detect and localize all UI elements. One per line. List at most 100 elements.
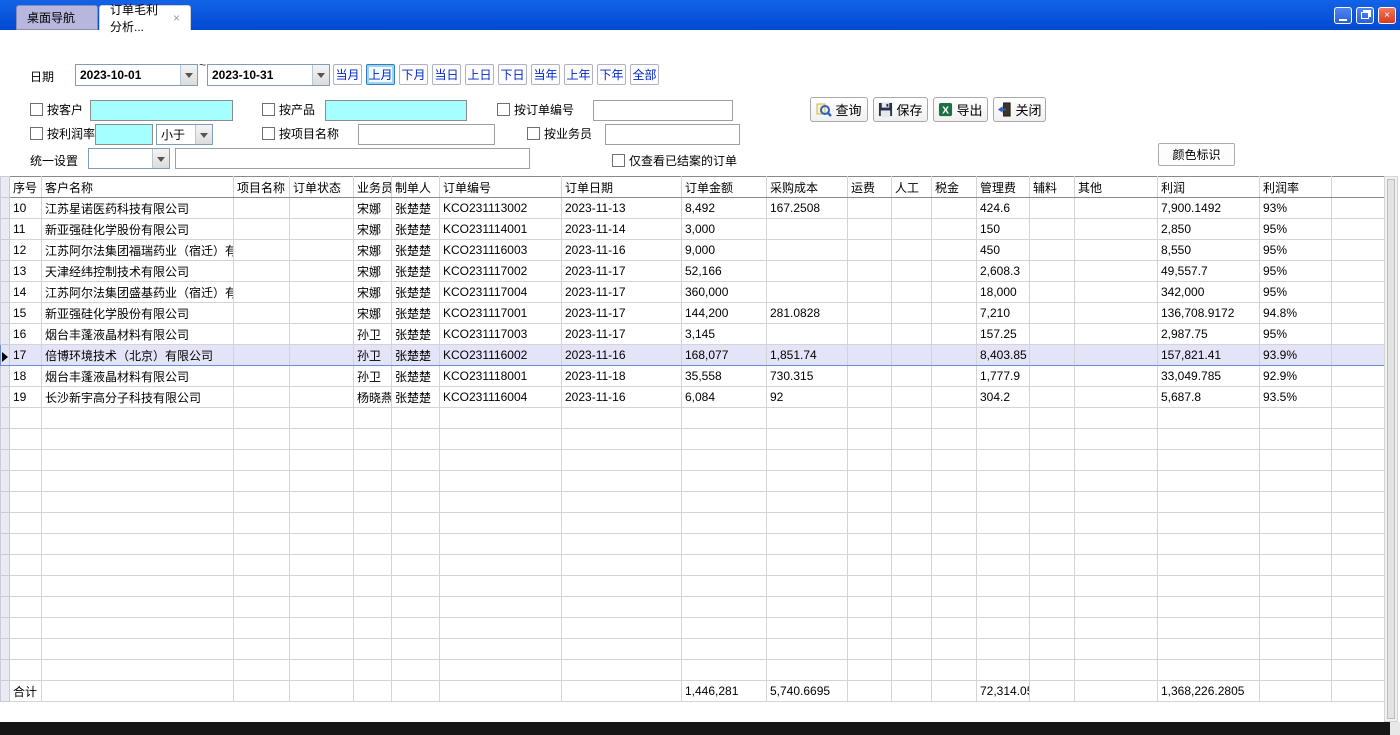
by-order-no-checkbox[interactable] bbox=[497, 103, 510, 116]
cell-no[interactable]: 19 bbox=[10, 387, 42, 408]
quick-range-button-全部[interactable]: 全部 bbox=[630, 64, 659, 85]
by-profit-rate-checkbox[interactable] bbox=[30, 127, 43, 140]
cell-mgmt[interactable]: 157.25 bbox=[977, 324, 1030, 345]
quick-range-button-上年[interactable]: 上年 bbox=[564, 64, 593, 85]
by-customer-checkbox[interactable] bbox=[30, 103, 43, 116]
column-header-date[interactable]: 订单日期 bbox=[562, 177, 682, 198]
cell-date[interactable]: 2023-11-14 bbox=[562, 219, 682, 240]
horizontal-scrollbar-thumb[interactable] bbox=[0, 722, 1390, 735]
by-salesman-checkbox[interactable] bbox=[527, 127, 540, 140]
cell-creator[interactable]: 张楚楚 bbox=[392, 366, 440, 387]
cell-profit[interactable]: 342,000 bbox=[1158, 282, 1260, 303]
column-header-freight[interactable]: 运费 bbox=[848, 177, 892, 198]
cell-project[interactable] bbox=[234, 219, 290, 240]
cell-amount[interactable]: 6,084 bbox=[682, 387, 767, 408]
cell-profit[interactable]: 5,687.8 bbox=[1158, 387, 1260, 408]
cell-salesman[interactable]: 宋娜 bbox=[354, 261, 392, 282]
unified-setting-select[interactable] bbox=[88, 148, 170, 169]
table-row[interactable]: 14江苏阿尔法集团盛基药业（宿迁）有限公司宋娜张楚楚KCO23111700420… bbox=[1, 282, 1386, 303]
cell-salesman[interactable]: 宋娜 bbox=[354, 219, 392, 240]
cell-creator[interactable]: 张楚楚 bbox=[392, 261, 440, 282]
cell-customer[interactable]: 新亚强硅化学股份有限公司 bbox=[42, 303, 234, 324]
cell-tax[interactable] bbox=[932, 345, 977, 366]
cell-cost[interactable]: 1,851.74 bbox=[767, 345, 848, 366]
cell-tax[interactable] bbox=[932, 261, 977, 282]
cell-creator[interactable]: 张楚楚 bbox=[392, 345, 440, 366]
row-selector-gutter[interactable] bbox=[1, 576, 10, 597]
cell-profit[interactable]: 136,708.9172 bbox=[1158, 303, 1260, 324]
cell-status[interactable] bbox=[290, 387, 354, 408]
cell-freight[interactable] bbox=[848, 303, 892, 324]
cell-no[interactable]: 16 bbox=[10, 324, 42, 345]
cell-creator[interactable]: 张楚楚 bbox=[392, 240, 440, 261]
close-form-button[interactable]: 关闭 bbox=[993, 97, 1046, 122]
cell-salesman[interactable]: 孙卫 bbox=[354, 345, 392, 366]
chevron-down-icon[interactable] bbox=[195, 125, 212, 144]
cell-project[interactable] bbox=[234, 303, 290, 324]
table-row[interactable]: 11新亚强硅化学股份有限公司宋娜张楚楚KCO2311140012023-11-1… bbox=[1, 219, 1386, 240]
cell-blank[interactable] bbox=[1332, 387, 1386, 408]
table-row[interactable]: 13天津经纬控制技术有限公司宋娜张楚楚KCO2311170022023-11-1… bbox=[1, 261, 1386, 282]
cell-profit[interactable]: 7,900.1492 bbox=[1158, 198, 1260, 219]
cell-mgmt[interactable]: 8,403.85 bbox=[977, 345, 1030, 366]
cell-other[interactable] bbox=[1075, 282, 1158, 303]
cell-status[interactable] bbox=[290, 219, 354, 240]
cell-salesman[interactable]: 宋娜 bbox=[354, 303, 392, 324]
cell-order_no[interactable]: KCO231117003 bbox=[440, 324, 562, 345]
cell-freight[interactable] bbox=[848, 219, 892, 240]
vertical-scrollbar[interactable] bbox=[1384, 176, 1398, 722]
close-window-button[interactable]: × bbox=[1378, 7, 1396, 24]
cell-cost[interactable] bbox=[767, 282, 848, 303]
column-header-cost[interactable]: 采购成本 bbox=[767, 177, 848, 198]
search-button[interactable]: 查询 bbox=[810, 97, 868, 122]
cell-cost[interactable] bbox=[767, 240, 848, 261]
date-from-combobox[interactable]: 2023-10-01 bbox=[75, 64, 198, 86]
cell-blank[interactable] bbox=[1332, 324, 1386, 345]
cell-tax[interactable] bbox=[932, 198, 977, 219]
cell-tax[interactable] bbox=[932, 240, 977, 261]
cell-aux[interactable] bbox=[1030, 366, 1075, 387]
cell-amount[interactable]: 3,000 bbox=[682, 219, 767, 240]
cell-freight[interactable] bbox=[848, 387, 892, 408]
cell-no[interactable]: 13 bbox=[10, 261, 42, 282]
cell-no[interactable]: 10 bbox=[10, 198, 42, 219]
cell-freight[interactable] bbox=[848, 366, 892, 387]
cell-rate[interactable]: 95% bbox=[1260, 219, 1332, 240]
cell-date[interactable]: 2023-11-16 bbox=[562, 345, 682, 366]
cell-other[interactable] bbox=[1075, 366, 1158, 387]
cell-creator[interactable]: 张楚楚 bbox=[392, 324, 440, 345]
column-header-blank[interactable] bbox=[1332, 177, 1386, 198]
color-mark-button[interactable]: 颜色标识 bbox=[1158, 143, 1235, 166]
cell-rate[interactable]: 94.8% bbox=[1260, 303, 1332, 324]
cell-project[interactable] bbox=[234, 198, 290, 219]
cell-mgmt[interactable]: 2,608.3 bbox=[977, 261, 1030, 282]
cell-mgmt[interactable]: 424.6 bbox=[977, 198, 1030, 219]
quick-range-button-下月[interactable]: 下月 bbox=[399, 64, 428, 85]
cell-tax[interactable] bbox=[932, 282, 977, 303]
cell-other[interactable] bbox=[1075, 324, 1158, 345]
cell-order_no[interactable]: KCO231113002 bbox=[440, 198, 562, 219]
restore-button[interactable] bbox=[1356, 7, 1374, 24]
cell-aux[interactable] bbox=[1030, 282, 1075, 303]
cell-order_no[interactable]: KCO231117001 bbox=[440, 303, 562, 324]
cell-order_no[interactable]: KCO231114001 bbox=[440, 219, 562, 240]
cell-creator[interactable]: 张楚楚 bbox=[392, 282, 440, 303]
cell-salesman[interactable]: 杨晓燕 bbox=[354, 387, 392, 408]
cell-aux[interactable] bbox=[1030, 345, 1075, 366]
cell-date[interactable]: 2023-11-17 bbox=[562, 303, 682, 324]
row-selector-gutter[interactable] bbox=[1, 513, 10, 534]
row-selector-gutter[interactable] bbox=[1, 282, 10, 303]
cell-cost[interactable]: 730.315 bbox=[767, 366, 848, 387]
row-selector-gutter[interactable] bbox=[1, 660, 10, 681]
cell-mgmt[interactable]: 304.2 bbox=[977, 387, 1030, 408]
column-header-tax[interactable]: 税金 bbox=[932, 177, 977, 198]
row-selector-gutter[interactable] bbox=[1, 681, 10, 702]
row-selector-gutter[interactable] bbox=[1, 408, 10, 429]
tab-order-profit-analysis[interactable]: 订单毛利分析... × bbox=[99, 5, 191, 30]
cell-project[interactable] bbox=[234, 261, 290, 282]
cell-customer[interactable]: 江苏阿尔法集团福瑞药业（宿迁）有限公司 bbox=[42, 240, 234, 261]
cell-labor[interactable] bbox=[892, 261, 932, 282]
cell-freight[interactable] bbox=[848, 324, 892, 345]
cell-order_no[interactable]: KCO231116004 bbox=[440, 387, 562, 408]
export-button[interactable]: X 导出 bbox=[933, 97, 988, 122]
